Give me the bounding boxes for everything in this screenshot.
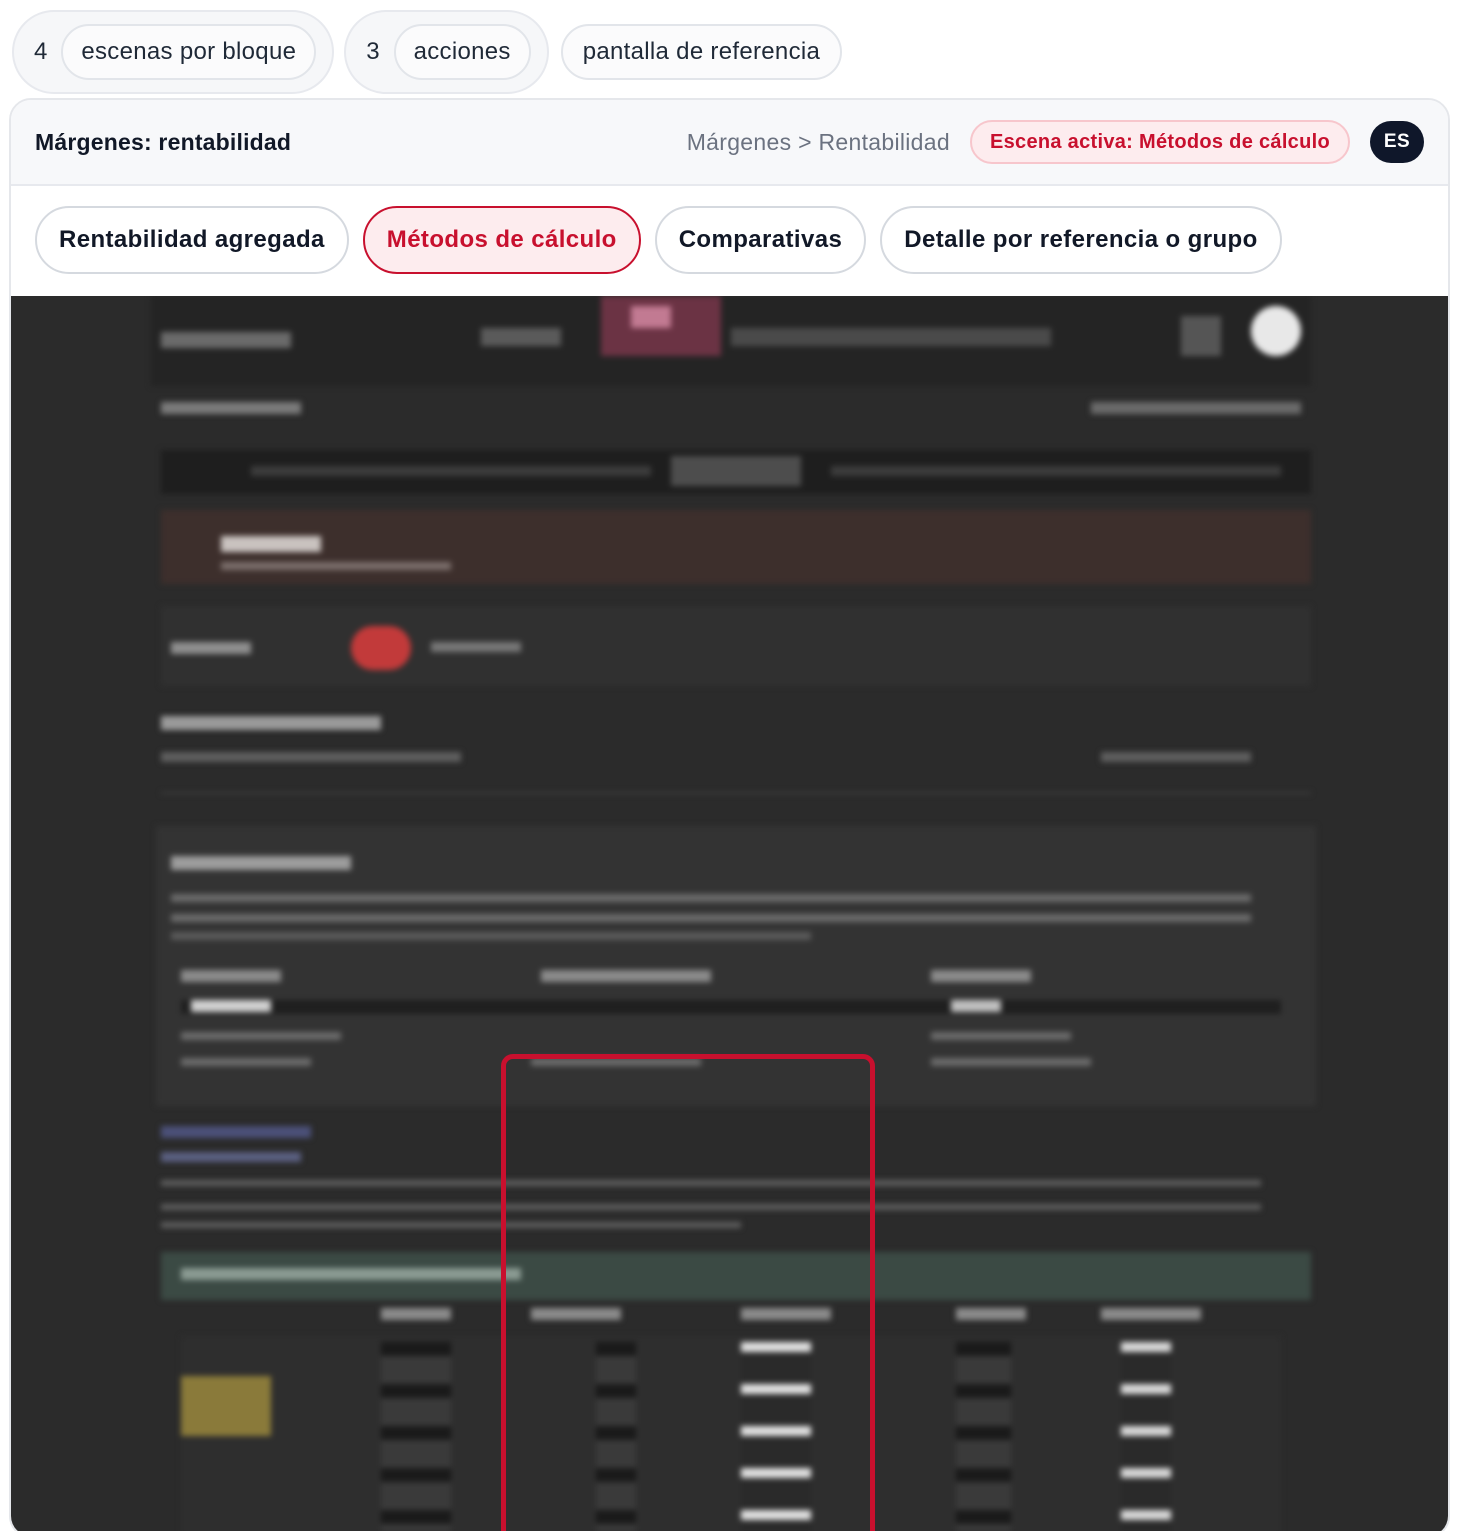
stats-row: 4 escenas por bloque 3 acciones pantalla…: [12, 10, 843, 94]
scenes-count: 4: [34, 38, 48, 65]
tab-metodos-de-calculo[interactable]: Métodos de cálculo: [362, 206, 641, 274]
scene-card: Márgenes: rentabilidad Márgenes > Rentab…: [9, 98, 1450, 1531]
actions-count: 3: [366, 38, 380, 65]
reference-screen-pill: pantalla de referencia: [560, 24, 843, 80]
scenes-stat: 4 escenas por bloque: [12, 10, 335, 94]
tab-comparativas[interactable]: Comparativas: [654, 206, 867, 274]
page-title: Márgenes: rentabilidad: [35, 128, 292, 155]
active-scene-badge: Escena activa: Métodos de cálculo: [969, 120, 1350, 164]
actions-label: acciones: [393, 24, 531, 80]
actions-stat: 3 acciones: [344, 10, 549, 94]
tab-rentabilidad-agregada[interactable]: Rentabilidad agregada: [35, 206, 349, 274]
scenes-label: escenas por bloque: [61, 24, 317, 80]
tab-detalle-por-referencia[interactable]: Detalle por referencia o grupo: [880, 206, 1282, 274]
card-header: Márgenes: rentabilidad Márgenes > Rentab…: [11, 100, 1448, 186]
language-badge[interactable]: ES: [1370, 121, 1424, 163]
highlight-box: [501, 1054, 875, 1531]
breadcrumb: Márgenes > Rentabilidad: [686, 128, 950, 155]
reference-screenshot: [11, 296, 1448, 1531]
